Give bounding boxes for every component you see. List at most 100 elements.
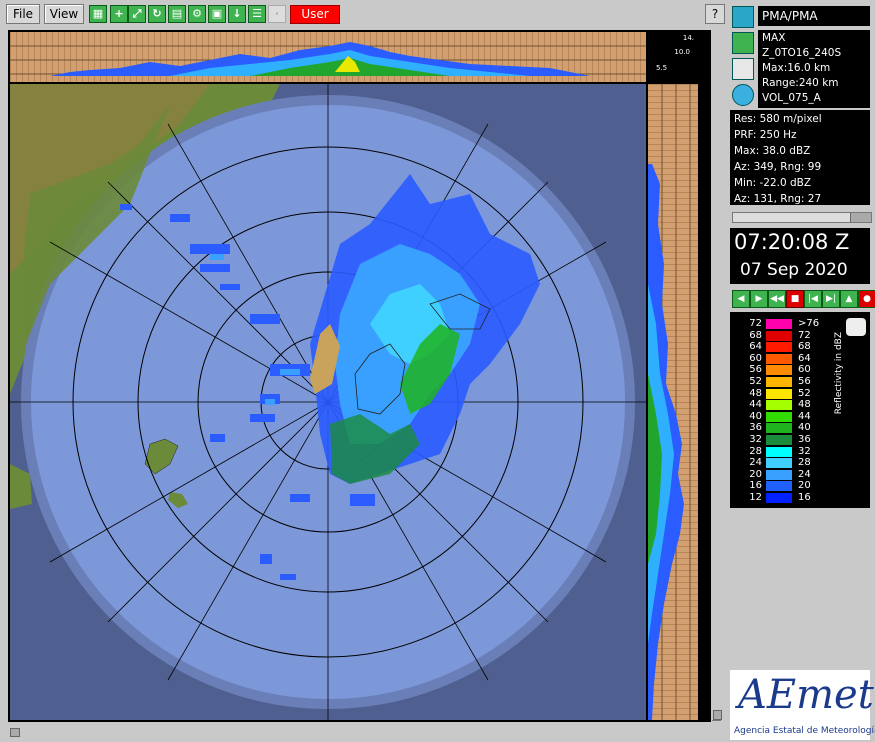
color-legend: 72 >76 68 72 64 68 60 64 56 60 52 56 48 52 44 48 40 44 36 4…	[730, 312, 870, 508]
user-button[interactable]: User	[290, 5, 340, 24]
range: Range:240 km	[762, 77, 839, 89]
legend-swatch	[766, 423, 792, 434]
stats-box: Res: 580 m/pixel PRF: 250 Hz Max: 38.0 d…	[730, 110, 870, 205]
legend-low-label: 16	[749, 480, 762, 492]
legend-high-label: 24	[798, 468, 811, 480]
help-button[interactable]: ?	[705, 4, 725, 24]
legend-low-label: 12	[749, 492, 762, 503]
time-slider[interactable]	[732, 212, 872, 223]
play-icon[interactable]: ▶	[750, 290, 768, 308]
legend-high-label: 20	[798, 480, 811, 492]
legend-low-label: 20	[749, 468, 762, 480]
timestamp-box: 07:20:08 Z 07 Sep 2020	[730, 228, 870, 284]
legend-swatch	[766, 377, 792, 387]
print-icon[interactable]: ▤	[168, 5, 186, 23]
legend-title: Reflectivity in dBZ	[834, 332, 844, 415]
logo-brand: AEmet	[738, 672, 874, 718]
settings-icon[interactable]: ⚙	[188, 5, 206, 23]
time-slider-thumb[interactable]	[850, 213, 871, 222]
legend-swatch	[766, 319, 792, 329]
right-height-profile	[648, 84, 698, 720]
legend-swatch	[766, 353, 792, 364]
min-dbz: Min: -22.0 dBZ	[734, 177, 812, 189]
legend-high-label: 40	[798, 422, 811, 434]
record-icon[interactable]: ●	[858, 290, 875, 308]
legend-high-label: 72	[798, 329, 811, 341]
crosshair-icon[interactable]: +	[110, 5, 128, 23]
stop-icon[interactable]: ■	[786, 290, 804, 308]
legend-high-label: 48	[798, 399, 811, 411]
legend-high-label: 68	[798, 341, 811, 353]
scale-low: 5.5	[656, 64, 668, 72]
step-back-icon[interactable]: ◀	[732, 290, 750, 308]
download-icon[interactable]: ↓	[228, 5, 246, 23]
last-frame-icon[interactable]: ▶|	[822, 290, 840, 308]
heart-monitor-icon[interactable]	[732, 58, 754, 80]
min-position: Az: 131, Rng: 27	[734, 193, 822, 205]
legend-low-label: 68	[749, 329, 762, 341]
top-height-profile	[10, 32, 646, 82]
max-dbz: Max: 38.0 dBZ	[734, 145, 811, 157]
site-icon[interactable]	[732, 6, 754, 28]
legend-low-label: 40	[749, 410, 762, 422]
aemet-logo: AEmet Agencia Estatal de Meteorología	[730, 670, 875, 740]
legend-low-label: 60	[749, 352, 762, 364]
legend-swatch	[766, 411, 792, 422]
legend-low-label: 36	[749, 422, 762, 434]
toolbar: File View ▦ + ⤢ ↻ ▤ ⚙ ▣ ↓ ☰ · User ?	[0, 0, 728, 27]
legend-low-label: 44	[749, 399, 762, 411]
max-height: Max:16.0 km	[762, 62, 831, 74]
legend-swatch	[766, 446, 792, 457]
legend-swatch	[766, 365, 792, 376]
prf: PRF: 250 Hz	[734, 129, 797, 141]
sidebar: PMA/PMA MAX Z_0TO16_240S Max:16.0 km Ran…	[728, 0, 875, 742]
legend-high-label: 60	[798, 364, 811, 376]
legend-swatch	[766, 388, 792, 399]
clock-icon[interactable]	[732, 84, 754, 106]
radar-ppi-map[interactable]	[10, 84, 646, 720]
legend-low-label: 24	[749, 457, 762, 469]
legend-high-label: 28	[798, 457, 811, 469]
legend-swatch	[766, 493, 792, 503]
refresh-icon[interactable]: ↻	[148, 5, 166, 23]
logo-subtitle: Agencia Estatal de Meteorología	[734, 726, 875, 736]
legend-swatch	[766, 469, 792, 480]
rewind-icon[interactable]: ◀◀	[768, 290, 786, 308]
legend-low-label: 48	[749, 387, 762, 399]
product-info-box: MAX Z_0TO16_240S Max:16.0 km Range:240 k…	[758, 30, 870, 108]
product-grid-icon[interactable]	[732, 32, 754, 54]
legend-low-label: 64	[749, 341, 762, 353]
horizontal-scrollbar[interactable]	[8, 726, 722, 737]
volume: VOL_075_A	[762, 92, 821, 104]
legend-swatch	[766, 481, 792, 492]
layers-icon[interactable]: ▦	[89, 5, 107, 23]
file-menu-button[interactable]: File	[6, 4, 40, 24]
legend-high-label: 36	[798, 434, 811, 445]
disabled-tool-icon: ·	[268, 5, 286, 23]
date-readout: 07 Sep 2020	[740, 260, 848, 280]
export-icon[interactable]: ▣	[208, 5, 226, 23]
legend-swatch	[766, 435, 792, 445]
table-icon[interactable]: ☰	[248, 5, 266, 23]
site-box: PMA/PMA	[758, 6, 870, 26]
product-name: Z_0TO16_240S	[762, 47, 842, 59]
legend-high-label: 44	[798, 410, 811, 422]
legend-high-label: 56	[798, 376, 811, 387]
legend-high-label: 16	[798, 492, 811, 503]
legend-high-label: >76	[798, 318, 820, 329]
view-menu-button[interactable]: View	[44, 4, 84, 24]
vertical-scrollbar[interactable]	[711, 30, 722, 722]
legend-high-label: 32	[798, 445, 811, 457]
product-type: MAX	[762, 32, 786, 44]
zoom-icon[interactable]: ⤢	[128, 5, 146, 23]
profile-scale-box: 14. 10.0 5.5	[648, 32, 698, 82]
legend-high-label: 52	[798, 387, 811, 399]
palette-icon[interactable]	[846, 318, 866, 336]
scale-mid: 10.0	[674, 48, 690, 56]
legend-low-label: 72	[749, 318, 762, 329]
animate-icon[interactable]: ▲	[840, 290, 858, 308]
time-readout: 07:20:08 Z	[734, 230, 850, 254]
legend-swatch	[766, 342, 792, 353]
legend-low-label: 28	[749, 445, 762, 457]
first-frame-icon[interactable]: |◀	[804, 290, 822, 308]
